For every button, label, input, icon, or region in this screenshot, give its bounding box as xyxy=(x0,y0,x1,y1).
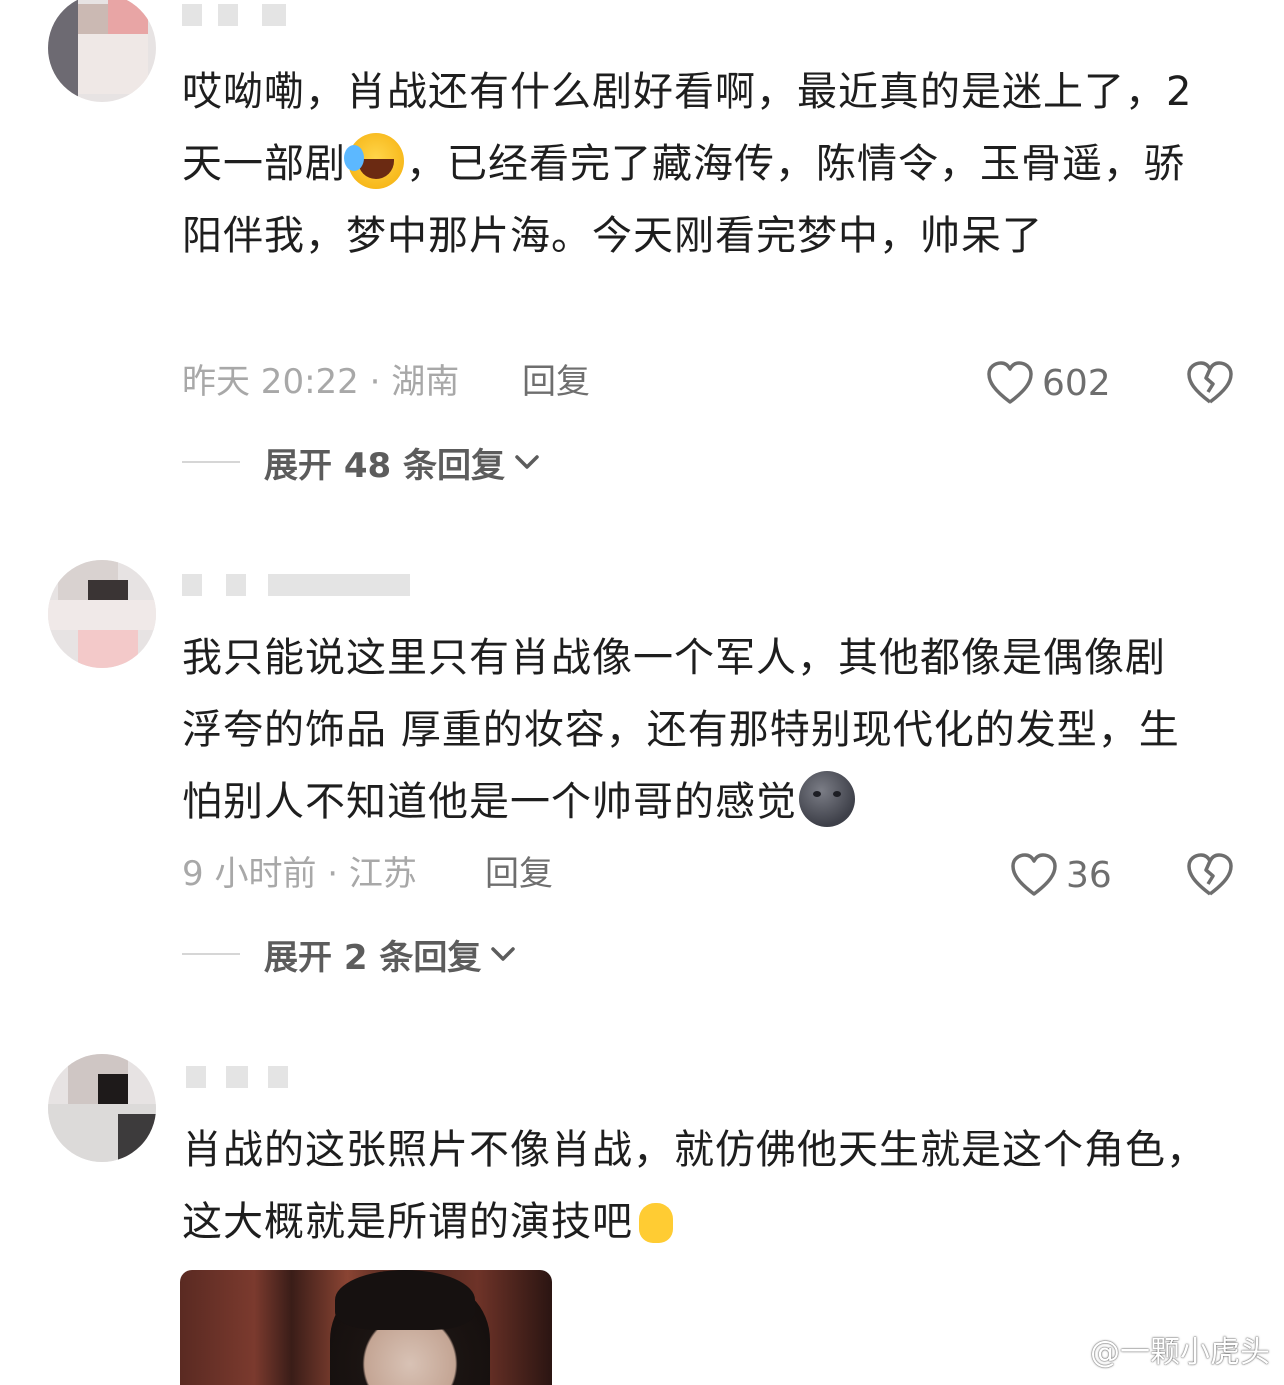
watermark-text: @一颗小虎头 xyxy=(1090,1335,1270,1370)
new-moon-face-emoji xyxy=(799,771,855,827)
like-button[interactable]: 36 xyxy=(1010,852,1112,898)
reply-button[interactable]: 回复 xyxy=(485,854,553,894)
expand-replies-button[interactable]: 展开 2 条回复 xyxy=(182,934,517,978)
dislike-button[interactable] xyxy=(1186,852,1234,898)
comment-image[interactable] xyxy=(180,1270,552,1385)
dislike-button[interactable] xyxy=(1186,360,1234,406)
heart-outline-icon xyxy=(987,361,1033,404)
like-count: 602 xyxy=(1042,362,1111,404)
broken-heart-icon xyxy=(1187,853,1233,896)
heart-outline-icon xyxy=(1011,853,1057,896)
divider-line xyxy=(182,953,240,955)
avatar[interactable] xyxy=(48,560,156,668)
grinning-squinting-tears-emoji xyxy=(344,133,404,189)
like-button[interactable]: 602 xyxy=(986,360,1111,406)
avatar[interactable] xyxy=(48,1054,156,1162)
comment-text: 哎呦嘞，肖战还有什么剧好看啊，最近真的是迷上了，2天一部剧 ，已经看完了藏海传，陈… xyxy=(182,69,1193,259)
comment-timestamp-location: 9 小时前 · 江苏 xyxy=(182,854,417,894)
reply-button[interactable]: 回复 xyxy=(522,362,590,402)
finger-heart-emoji xyxy=(633,1181,679,1253)
broken-heart-icon xyxy=(1187,361,1233,404)
avatar[interactable] xyxy=(48,0,156,102)
expand-replies-label: 展开 48 条回复 xyxy=(264,445,505,486)
divider-line xyxy=(182,461,240,463)
chevron-down-icon xyxy=(491,947,516,961)
chevron-down-icon xyxy=(515,455,539,469)
comment-text: 我只能说这里只有肖战像一个军人，其他都像是偶像剧 浮夸的饰品 厚重的妆容，还有那… xyxy=(182,635,1180,827)
weibo-logo-icon xyxy=(1044,1335,1084,1365)
expand-replies-button[interactable]: 展开 48 条回复 xyxy=(182,442,541,486)
like-count: 36 xyxy=(1066,854,1112,896)
comment-text: 肖战的这张照片不像肖战，就仿佛他天生就是这个角色，这大概就是所谓的演技吧 xyxy=(182,1114,1212,1258)
photo-hair xyxy=(335,1270,475,1330)
comment-timestamp-location: 昨天 20:22 · 湖南 xyxy=(182,362,460,402)
weibo-watermark: @一颗小虎头 xyxy=(1044,1327,1270,1371)
expand-replies-label: 展开 2 条回复 xyxy=(264,937,482,978)
